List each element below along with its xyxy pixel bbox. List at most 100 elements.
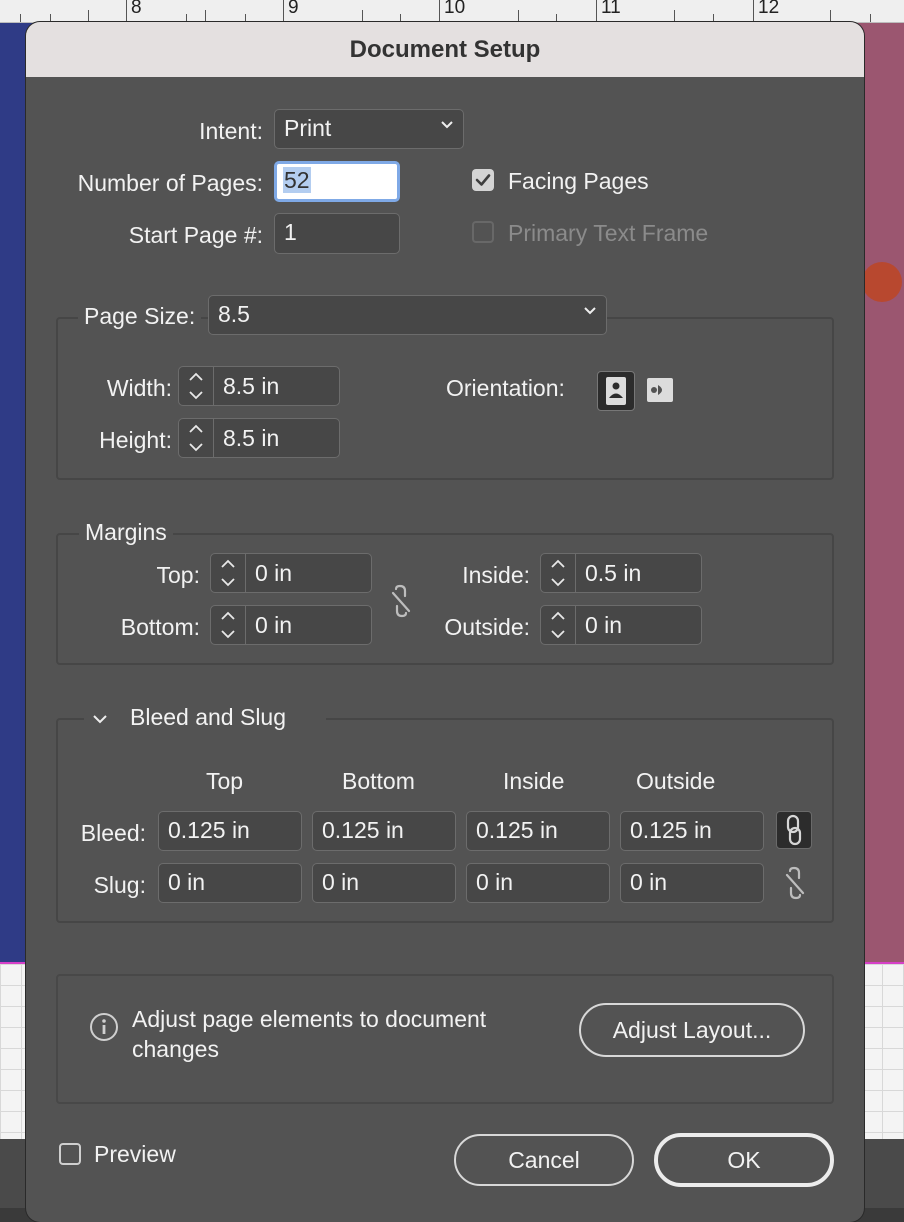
number-of-pages-input[interactable]: 52 — [274, 161, 400, 202]
slug-outside-value: 0 in — [630, 869, 668, 895]
ruler-tick — [870, 14, 871, 22]
broken-chain-icon — [785, 866, 805, 900]
slug-top-value: 0 in — [168, 869, 206, 895]
margin-top-value: 0 in — [255, 560, 293, 586]
slug-inside-input[interactable]: 0 in — [466, 863, 610, 903]
chevron-down-icon — [93, 715, 107, 724]
margin-outside-stepper[interactable]: 0 in — [540, 605, 702, 645]
slug-bottom-value: 0 in — [322, 869, 360, 895]
start-page-input[interactable]: 1 — [274, 213, 400, 254]
column-header-outside: Outside — [636, 768, 716, 794]
adjust-text-line2: changes — [132, 1036, 219, 1062]
page-size-value: 8.5 — [218, 301, 250, 327]
margins-group — [56, 533, 834, 665]
ruler-tick — [20, 14, 21, 22]
margin-inside-label: Inside: — [462, 562, 530, 588]
chain-link-icon — [786, 814, 802, 846]
dialog-title: Document Setup — [26, 22, 864, 77]
document-shape — [862, 262, 902, 302]
bleed-slug-disclosure[interactable]: Bleed and Slug — [84, 704, 326, 736]
ruler-tick — [518, 10, 519, 22]
intent-label: Intent: — [199, 118, 263, 144]
page-size-select[interactable]: 8.5 — [208, 295, 607, 335]
column-header-bottom: Bottom — [342, 768, 415, 794]
adjust-layout-button[interactable]: Adjust Layout... — [579, 1003, 805, 1057]
orientation-label: Orientation: — [446, 375, 565, 401]
bleed-outside-value: 0.125 in — [630, 817, 712, 843]
intent-select[interactable]: Print — [274, 109, 464, 149]
chevron-down-icon — [441, 121, 453, 131]
horizontal-ruler: 8 9 10 11 12 — [0, 0, 904, 23]
margins-unlinked-chain-button[interactable] — [386, 583, 416, 619]
stepper-arrows-icon[interactable] — [211, 606, 246, 644]
ruler-tick — [400, 14, 401, 22]
start-page-value: 1 — [284, 219, 297, 245]
start-page-label: Start Page #: — [128, 222, 263, 248]
margin-outside-value: 0 in — [585, 612, 623, 638]
margin-bottom-stepper[interactable]: 0 in — [210, 605, 372, 645]
broken-chain-icon — [391, 584, 411, 618]
margin-outside-label: Outside: — [444, 614, 530, 640]
ruler-tick — [50, 14, 51, 22]
bleed-label: Bleed: — [80, 820, 146, 846]
page-size-group — [56, 317, 834, 480]
stepper-arrows-icon[interactable] — [541, 606, 576, 644]
stepper-arrows-icon[interactable] — [211, 554, 246, 592]
ruler-number: 11 — [601, 0, 621, 18]
margin-inside-stepper[interactable]: 0.5 in — [540, 553, 702, 593]
column-header-inside: Inside — [503, 768, 565, 794]
slug-outside-input[interactable]: 0 in — [620, 863, 764, 903]
margins-title: Margins — [79, 519, 173, 546]
ok-button[interactable]: OK — [654, 1133, 834, 1187]
bleed-linked-chain-button[interactable] — [776, 811, 812, 849]
preview-checkbox[interactable] — [59, 1143, 81, 1165]
bleed-outside-input[interactable]: 0.125 in — [620, 811, 764, 851]
ruler-tick — [596, 0, 597, 22]
ruler-tick — [245, 14, 246, 22]
slug-label: Slug: — [93, 872, 146, 898]
ruler-number: 10 — [444, 0, 466, 18]
height-value: 8.5 in — [223, 425, 280, 451]
slug-bottom-input[interactable]: 0 in — [312, 863, 456, 903]
bleed-top-value: 0.125 in — [168, 817, 250, 843]
facing-pages-label: Facing Pages — [508, 168, 649, 194]
stepper-arrows-icon[interactable] — [541, 554, 576, 592]
landscape-icon — [647, 378, 673, 402]
width-value: 8.5 in — [223, 373, 280, 399]
height-stepper[interactable]: 8.5 in — [178, 418, 340, 458]
primary-text-frame-label: Primary Text Frame — [508, 220, 709, 246]
bleed-bottom-value: 0.125 in — [322, 817, 404, 843]
cancel-button[interactable]: Cancel — [454, 1134, 634, 1186]
margin-top-stepper[interactable]: 0 in — [210, 553, 372, 593]
ruler-tick — [205, 10, 206, 22]
facing-pages-checkbox[interactable] — [472, 169, 494, 191]
ruler-tick — [186, 14, 187, 22]
bleed-slug-title: Bleed and Slug — [130, 704, 287, 730]
portrait-icon — [606, 377, 626, 405]
ruler-tick — [283, 0, 284, 22]
width-stepper[interactable]: 8.5 in — [178, 366, 340, 406]
slug-unlinked-chain-button[interactable] — [779, 865, 811, 901]
column-header-top: Top — [206, 768, 244, 794]
margin-inside-value: 0.5 in — [585, 560, 642, 586]
stepper-arrows-icon[interactable] — [179, 367, 214, 405]
width-label: Width: — [106, 375, 172, 401]
primary-text-frame-checkbox[interactable] — [472, 221, 494, 243]
height-label: Height: — [99, 427, 172, 453]
bleed-top-input[interactable]: 0.125 in — [158, 811, 302, 851]
portrait-orientation-button[interactable] — [597, 371, 635, 411]
chevron-down-icon — [584, 307, 596, 317]
ruler-number: 8 — [131, 0, 142, 18]
document-setup-dialog: Document Setup Intent: Print Number of P… — [26, 22, 864, 1222]
checkmark-icon — [475, 174, 491, 186]
margin-top-label: Top: — [156, 562, 200, 588]
ruler-tick — [362, 10, 363, 22]
slug-top-input[interactable]: 0 in — [158, 863, 302, 903]
bleed-inside-input[interactable]: 0.125 in — [466, 811, 610, 851]
margin-bottom-value: 0 in — [255, 612, 293, 638]
ruler-tick — [674, 10, 675, 22]
margin-bottom-label: Bottom: — [120, 614, 200, 640]
bleed-bottom-input[interactable]: 0.125 in — [312, 811, 456, 851]
landscape-orientation-button[interactable] — [645, 373, 675, 407]
stepper-arrows-icon[interactable] — [179, 419, 214, 457]
